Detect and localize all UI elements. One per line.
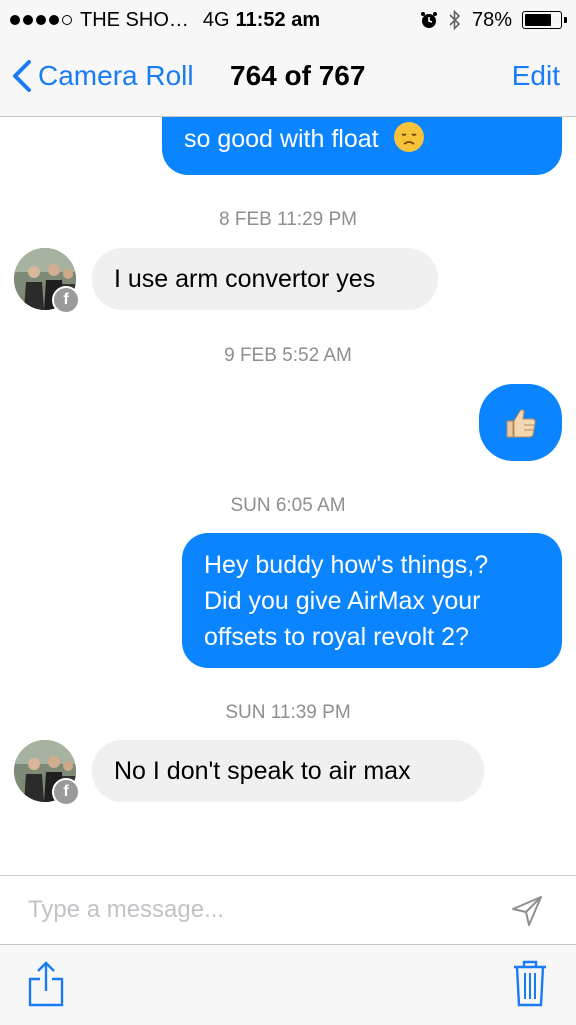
battery-icon — [522, 11, 567, 29]
battery-percentage: 78% — [471, 9, 512, 31]
send-icon[interactable] — [510, 894, 544, 928]
avatar[interactable]: f — [14, 248, 80, 314]
trash-icon[interactable] — [512, 959, 548, 1009]
chevron-left-icon — [13, 60, 31, 92]
edit-button[interactable]: Edit — [512, 54, 560, 98]
message-composer: Type a message... — [0, 875, 576, 944]
top-bar: THE SHO… 4G 11:52 am 78% Camera Roll 764… — [0, 0, 576, 117]
timestamp: SUN 11:39 PM — [225, 702, 351, 723]
message-text-line: Hey buddy how's things,? — [204, 551, 489, 579]
message-thread: so good with float 8 FEB 11:29 PM f I us… — [0, 117, 576, 875]
facebook-icon: f — [52, 286, 80, 314]
message-input[interactable]: Type a message... — [28, 896, 224, 924]
alarm-clock-icon — [420, 12, 437, 28]
carrier-name: THE SHO… — [80, 9, 189, 31]
timestamp: 9 FEB 5:52 AM — [224, 345, 352, 366]
message-text-line: offsets to royal revolt 2? — [204, 623, 469, 651]
avatar[interactable]: f — [14, 740, 80, 806]
bluetooth-icon — [449, 9, 461, 31]
thumbs-up-emoji-icon — [506, 409, 536, 438]
message-bubble-outgoing[interactable]: Hey buddy how's things,? Did you give Ai… — [182, 533, 562, 668]
back-button[interactable]: Camera Roll — [12, 54, 194, 98]
network-type: 4G — [202, 9, 230, 31]
navigation-bar: Camera Roll 764 of 767 Edit — [0, 40, 576, 116]
signal-strength-icon — [10, 15, 72, 25]
facebook-icon: f — [52, 778, 80, 806]
timestamp: 8 FEB 11:29 PM — [219, 209, 357, 230]
timestamp: SUN 6:05 AM — [230, 495, 346, 516]
message-text: No I don't speak to air max — [114, 757, 411, 785]
message-bubble-outgoing[interactable]: so good with float — [162, 117, 562, 175]
message-text: I use arm convertor yes — [114, 265, 376, 293]
message-bubble-incoming[interactable]: I use arm convertor yes — [92, 248, 438, 310]
message-text: so good with float — [184, 125, 379, 153]
message-text-line: Did you give AirMax your — [204, 587, 481, 615]
message-bubble-incoming[interactable]: No I don't speak to air max — [92, 740, 484, 802]
status-bar: THE SHO… 4G 11:52 am 78% — [0, 0, 576, 40]
back-button-label: Camera Roll — [38, 60, 194, 91]
page-title: 764 of 767 — [230, 60, 366, 91]
share-icon[interactable] — [26, 959, 66, 1009]
disappointed-face-emoji-icon — [393, 122, 424, 152]
message-bubble-outgoing[interactable] — [479, 384, 562, 461]
status-time: 11:52 am — [235, 9, 321, 31]
bottom-toolbar — [0, 944, 576, 1025]
